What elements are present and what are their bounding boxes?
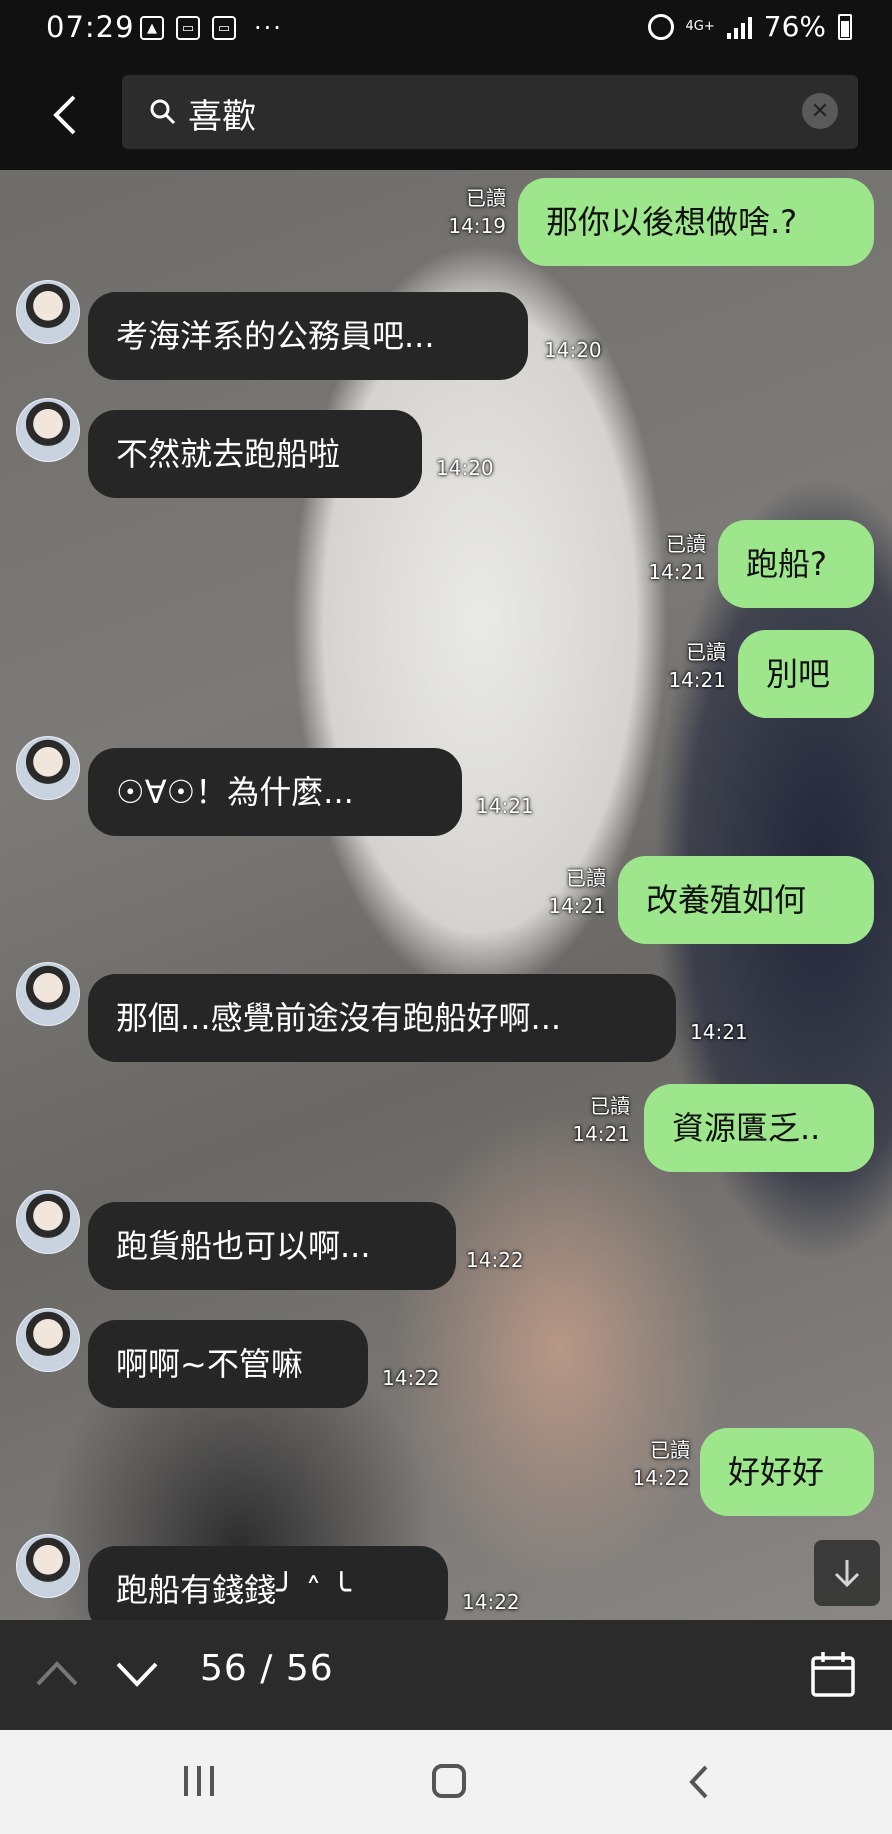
message-time: 14:21 [476, 794, 534, 818]
system-status-icons: 4G+ 76% [647, 10, 852, 43]
message-bubble-received[interactable]: 那個...感覺前途沒有跑船好啊... [88, 974, 676, 1062]
read-receipt: 已讀 14:22 [632, 1438, 690, 1490]
calendar-button[interactable] [810, 1650, 856, 1698]
message-time: 14:20 [544, 338, 602, 362]
message-bubble-received[interactable]: 不然就去跑船啦 [88, 410, 422, 498]
message-bubble-received[interactable]: 啊啊~不管嘛 [88, 1320, 368, 1408]
previous-result-button[interactable] [34, 1654, 80, 1694]
search-result-navigation: 56 / 56 [0, 1620, 892, 1730]
recent-apps-button[interactable] [184, 1766, 214, 1796]
clear-search-button[interactable]: ✕ [802, 93, 838, 129]
next-result-button[interactable] [114, 1654, 160, 1694]
battery-icon [838, 13, 852, 40]
message-time: 14:22 [382, 1366, 440, 1390]
message-bubble-received[interactable]: 跑船有錢錢╯ ˄ ╰ [88, 1546, 448, 1620]
search-query: 喜歡 [188, 97, 256, 137]
scroll-to-bottom-button[interactable] [814, 1540, 880, 1606]
read-receipt: 已讀 14:21 [548, 866, 606, 918]
message-bubble-sent[interactable]: 別吧 [738, 630, 874, 718]
read-receipt: 已讀 14:21 [668, 640, 726, 692]
notification-icons: ▲ ▭ ▭ ··· [140, 14, 283, 42]
alarm-icon [647, 13, 674, 40]
avatar[interactable] [16, 280, 80, 344]
more-notifications-icon: ··· [254, 14, 283, 42]
message-time: 14:21 [690, 1020, 748, 1044]
message-bubble-sent[interactable]: 跑船? [718, 520, 874, 608]
message-bubble-sent[interactable]: 資源匱乏.. [644, 1084, 874, 1172]
message-time: 14:20 [436, 456, 494, 480]
battery-percent: 76% [763, 10, 826, 43]
system-back-button[interactable] [688, 1764, 710, 1800]
avatar[interactable] [16, 398, 80, 462]
system-navigation-bar [0, 1730, 892, 1834]
message-bubble-received[interactable]: 考海洋系的公務員吧... [88, 292, 528, 380]
arrow-down-icon [834, 1560, 860, 1588]
message-bubble-sent[interactable]: 改養殖如何 [618, 856, 874, 944]
avatar[interactable] [16, 736, 80, 800]
message-time: 14:22 [466, 1248, 524, 1272]
message-time: 14:22 [462, 1590, 520, 1614]
avatar[interactable] [16, 1308, 80, 1372]
result-counter: 56 / 56 [200, 1648, 334, 1689]
chevron-left-icon [53, 95, 76, 135]
avatar[interactable] [16, 1190, 80, 1254]
file-icon: ▭ [176, 16, 200, 40]
search-input[interactable]: 喜歡 ✕ [122, 75, 858, 149]
close-icon: ✕ [810, 98, 830, 124]
status-time: 07:29 [46, 10, 135, 44]
signal-icon [726, 15, 752, 39]
read-receipt: 已讀 14:21 [572, 1094, 630, 1146]
avatar[interactable] [16, 1534, 80, 1598]
message-bubble-sent[interactable]: 好好好 [700, 1428, 874, 1516]
back-button[interactable] [40, 88, 90, 142]
read-receipt: 已讀 14:21 [648, 532, 706, 584]
search-icon [150, 99, 176, 125]
read-receipt: 已讀 14:19 [448, 186, 506, 238]
chat-area[interactable]: 已讀 14:19 那你以後想做啥.? 考海洋系的公務員吧... 14:20 不然就… [0, 170, 892, 1620]
search-header: 喜歡 ✕ [0, 62, 892, 170]
file-icon-2: ▭ [212, 16, 236, 40]
message-bubble-sent[interactable]: 那你以後想做啥.? [518, 178, 874, 266]
avatar[interactable] [16, 962, 80, 1026]
message-bubble-received[interactable]: ☉∀☉！為什麼... [88, 748, 462, 836]
gallery-icon: ▲ [140, 16, 164, 40]
message-bubble-received[interactable]: 跑貨船也可以啊... [88, 1202, 456, 1290]
home-button[interactable] [432, 1764, 466, 1798]
network-type: 4G+ [685, 19, 715, 34]
status-bar: 07:29 ▲ ▭ ▭ ··· 4G+ 76% [0, 0, 892, 62]
